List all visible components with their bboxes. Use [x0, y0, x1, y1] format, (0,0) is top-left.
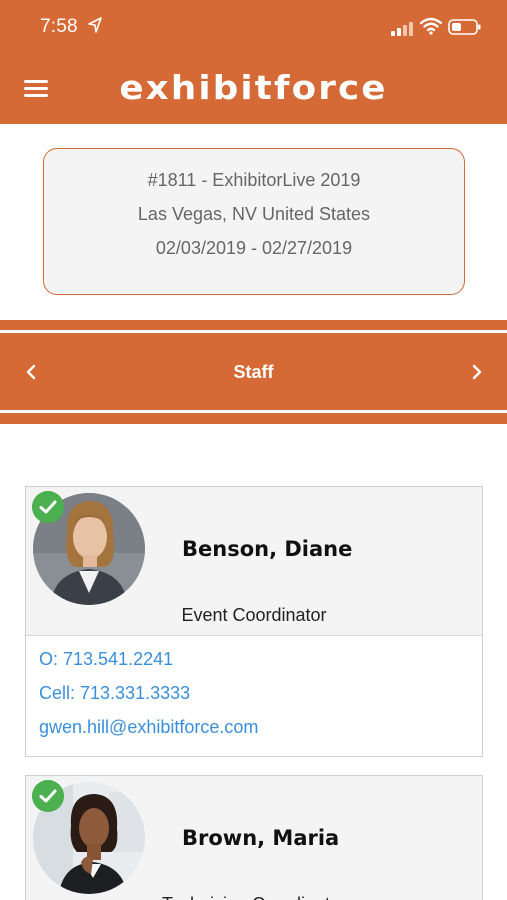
app-header: 7:58 exhibitforce — [0, 0, 507, 124]
divider — [0, 410, 507, 413]
event-location: Las Vegas, NV United States — [137, 204, 371, 224]
checkmark-icon — [32, 780, 64, 812]
staff-name: Brown, Maria — [182, 826, 340, 850]
status-time: 7:58 — [40, 16, 78, 37]
brand-logo: exhibitforce — [119, 68, 388, 107]
cell-phone-link[interactable]: Cell: 713.331.3333 — [39, 680, 482, 714]
staff-card[interactable]: Brown, Maria Technician Coordinator — [25, 775, 483, 900]
email-link[interactable]: gwen.hill@exhibitforce.com — [39, 714, 482, 748]
event-info-card: #1811 - ExhibitorLive 2019 Las Vegas, NV… — [43, 148, 465, 295]
staff-card-header: Benson, Diane Event Coordinator — [26, 487, 482, 635]
checkmark-icon — [32, 491, 64, 523]
office-phone-link[interactable]: O: 713.541.2241 — [39, 646, 482, 680]
section-nav: Staff — [0, 320, 507, 424]
battery-icon — [448, 19, 481, 35]
staff-card[interactable]: Benson, Diane Event Coordinator O: 713.5… — [25, 486, 483, 757]
location-arrow-icon — [88, 17, 102, 33]
event-dates: 02/03/2019 - 02/27/2019 — [155, 238, 353, 258]
staff-name: Benson, Diane — [182, 537, 353, 561]
staff-role: Event Coordinator — [181, 605, 327, 625]
section-title: Staff — [233, 362, 274, 382]
event-title: #1811 - ExhibitorLive 2019 — [147, 170, 361, 190]
staff-contacts: O: 713.541.2241 Cell: 713.331.3333 gwen.… — [26, 635, 482, 756]
wifi-icon — [420, 17, 442, 35]
staff-card-header: Brown, Maria Technician Coordinator — [26, 776, 482, 900]
chevron-right-icon[interactable] — [464, 360, 488, 384]
status-bar: 7:58 — [0, 0, 507, 56]
divider — [0, 330, 507, 333]
staff-role: Technician Coordinator — [26, 894, 482, 900]
signal-icon — [391, 22, 413, 36]
